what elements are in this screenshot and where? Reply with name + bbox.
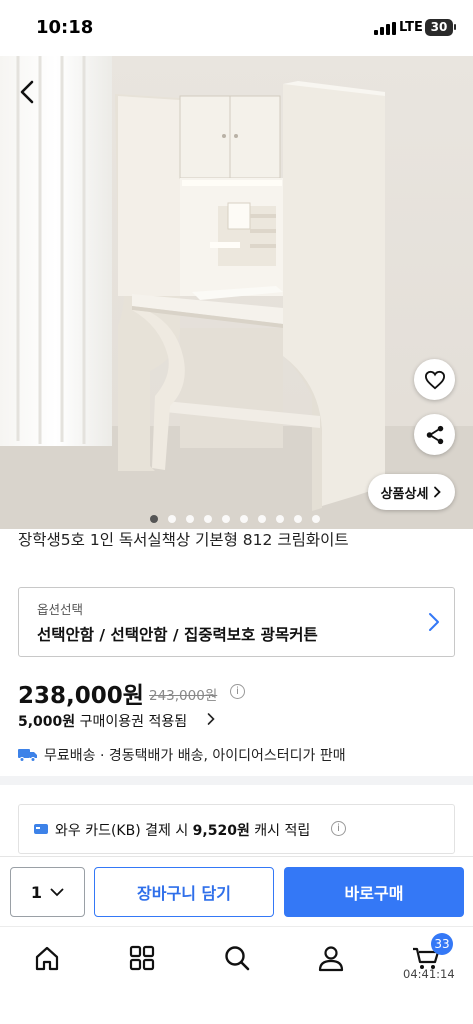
signal-icon (374, 22, 396, 35)
original-price: 243,000원 (149, 688, 218, 704)
product-detail-button[interactable]: 상품상세 (368, 474, 455, 510)
nav-my-page[interactable] (316, 943, 346, 973)
pagination-dot[interactable] (186, 515, 194, 523)
network-type: LTE (399, 20, 423, 35)
quantity-value: 1 (30, 882, 43, 902)
chevron-down-icon (50, 888, 64, 896)
nav-home[interactable] (32, 943, 62, 973)
coupon-amount: 5,000원 (18, 714, 76, 730)
card-benefit-box[interactable]: 와우 카드(KB) 결제 시 9,520원 캐시 적립 i (18, 804, 455, 854)
wishlist-button[interactable] (414, 359, 455, 400)
truck-icon (18, 749, 37, 762)
card-benefit-text: 와우 카드(KB) 결제 시 9,520원 캐시 적립 (55, 820, 310, 840)
desk-photo (0, 56, 473, 529)
pagination-dot[interactable] (240, 515, 248, 523)
card-benefit-prefix: 와우 카드(KB) 결제 시 (55, 823, 193, 839)
pagination-dot[interactable] (258, 515, 266, 523)
nav-search[interactable] (222, 943, 252, 973)
quantity-select[interactable]: 1 (10, 867, 85, 917)
purchase-bar: 1 장바구니 담기 바로구매 (0, 856, 473, 926)
shipping-info: 무료배송 · 경동택배가 배송, 아이디어스터디가 판매 (18, 745, 346, 765)
pagination-dot[interactable] (222, 515, 230, 523)
card-benefit-amount: 9,520원 (192, 823, 250, 839)
product-detail-label: 상품상세 (380, 486, 429, 502)
shipping-text: 무료배송 · 경동택배가 배송, 아이디어스터디가 판매 (44, 748, 346, 764)
share-button[interactable] (414, 414, 455, 455)
battery-icon: 30 (425, 19, 456, 36)
option-label: 옵션선택 (37, 602, 84, 617)
pagination-dot[interactable] (168, 515, 176, 523)
option-value: 선택안함 / 선택안함 / 집중력보호 광목커튼 (37, 626, 318, 644)
option-selector[interactable]: 옵션선택 선택안함 / 선택안함 / 집중력보호 광목커튼 (18, 587, 455, 657)
chevron-right-icon (434, 486, 442, 498)
buy-now-button[interactable]: 바로구매 (284, 867, 464, 917)
search-icon (225, 946, 250, 971)
status-bar: 10:18 LTE 30 (0, 0, 473, 56)
credit-card-icon (34, 824, 48, 834)
chevron-right-icon (429, 613, 439, 631)
timer-text: 04:41:14 (403, 967, 455, 981)
coupon-info[interactable]: 5,000원 구매이용권 적용됨 (18, 711, 187, 731)
pagination-dot[interactable] (294, 515, 302, 523)
image-pagination[interactable] (150, 515, 320, 523)
cart-count-badge: 33 (431, 933, 453, 955)
nav-categories[interactable] (127, 943, 157, 973)
pagination-dot[interactable] (276, 515, 284, 523)
share-icon (426, 425, 443, 444)
pagination-dot[interactable] (312, 515, 320, 523)
coupon-text: 구매이용권 적용됨 (79, 714, 188, 730)
sale-price: 238,000원 (18, 683, 144, 709)
my-page-icon (318, 946, 344, 972)
heart-icon (424, 370, 445, 389)
back-button[interactable] (12, 74, 44, 110)
card-benefit-suffix: 캐시 적립 (249, 823, 311, 839)
chevron-left-icon (20, 80, 34, 104)
product-image[interactable] (0, 56, 473, 529)
pagination-dot[interactable] (150, 515, 158, 523)
section-divider (0, 776, 473, 785)
status-time: 10:18 (36, 17, 94, 38)
chevron-right-icon[interactable] (206, 712, 216, 726)
product-title: 장학생5호 1인 독서실책상 기본형 812 크림화이트 (18, 531, 349, 549)
add-to-cart-button[interactable]: 장바구니 담기 (94, 867, 274, 917)
home-icon (35, 946, 59, 971)
info-icon[interactable]: i (331, 821, 346, 836)
categories-icon (129, 945, 155, 971)
pagination-dot[interactable] (204, 515, 212, 523)
info-icon[interactable]: i (230, 684, 245, 699)
